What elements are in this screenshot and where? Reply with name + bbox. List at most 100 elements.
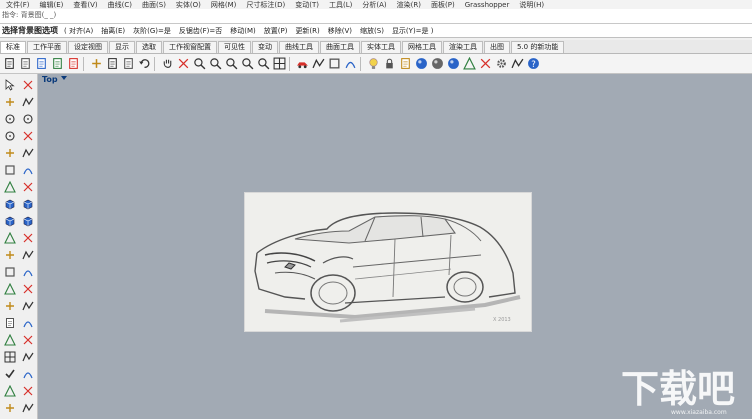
toolbar-tab[interactable]: 实体工具 <box>361 41 401 53</box>
help-icon[interactable]: ? <box>527 57 540 70</box>
text-icon[interactable] <box>1 314 18 331</box>
join-icon[interactable] <box>1 263 18 280</box>
menu-item[interactable]: 编辑(E) <box>40 0 64 9</box>
menu-item[interactable]: 尺寸标注(D) <box>246 0 285 9</box>
menu-item[interactable]: 曲面(S) <box>142 0 166 9</box>
pan-hand-icon[interactable] <box>161 57 174 70</box>
grid-dots-icon[interactable] <box>1 348 18 365</box>
fillet-curve-icon[interactable] <box>19 144 36 161</box>
edit-points-icon[interactable] <box>1 399 18 416</box>
set-view-icon[interactable] <box>344 57 357 70</box>
check-icon[interactable] <box>1 365 18 382</box>
swap-view-icon[interactable] <box>312 57 325 70</box>
command-option[interactable]: 移除(V) <box>328 27 352 35</box>
extrude-icon[interactable] <box>1 178 18 195</box>
box-solid-icon[interactable] <box>1 195 18 212</box>
mirror-icon[interactable] <box>1 246 18 263</box>
render-sphere-icon[interactable] <box>415 57 428 70</box>
toolbar-tab[interactable]: 工作平面 <box>27 41 67 53</box>
select-arrow-icon[interactable] <box>1 76 18 93</box>
analyze-icon[interactable] <box>19 331 36 348</box>
menu-item[interactable]: 渲染(R) <box>397 0 421 9</box>
new-file-icon[interactable] <box>3 57 16 70</box>
render-icon[interactable] <box>463 57 476 70</box>
toolbar-tab[interactable]: 显示 <box>109 41 135 53</box>
shaded-sphere-icon[interactable] <box>431 57 444 70</box>
toolbar-tab[interactable]: 选取 <box>136 41 162 53</box>
select-points-icon[interactable] <box>19 76 36 93</box>
boolean-icon[interactable] <box>1 212 18 229</box>
zoom-selected-icon[interactable] <box>241 57 254 70</box>
solid-tool-icon[interactable] <box>19 195 36 212</box>
viewport-title[interactable]: Top <box>42 75 58 84</box>
viewport-menu-arrow-icon[interactable] <box>61 76 67 80</box>
circle-icon[interactable] <box>1 110 18 127</box>
save-icon[interactable] <box>35 57 48 70</box>
zoom-extents-icon[interactable] <box>209 57 222 70</box>
menu-item[interactable]: 说明(H) <box>519 0 544 9</box>
rebuild-icon[interactable] <box>1 297 18 314</box>
menu-item[interactable]: 文件(F) <box>6 0 30 9</box>
move-icon[interactable] <box>19 229 36 246</box>
toolbar-tab[interactable]: 标准 <box>0 41 26 53</box>
light-bulb-icon[interactable] <box>367 57 380 70</box>
menu-item[interactable]: 工具(L) <box>329 0 352 9</box>
layer-icon[interactable] <box>399 57 412 70</box>
toolbar-tab[interactable]: 设定视图 <box>68 41 108 53</box>
print-icon[interactable] <box>51 57 64 70</box>
environment-icon[interactable] <box>479 57 492 70</box>
more-icon[interactable] <box>19 399 36 416</box>
offset-curve-icon[interactable] <box>19 161 36 178</box>
rotate-view-icon[interactable] <box>177 57 190 70</box>
surface-icon[interactable] <box>19 178 36 195</box>
points-icon[interactable] <box>19 348 36 365</box>
cplane-icon[interactable] <box>328 57 341 70</box>
arc-icon[interactable] <box>1 127 18 144</box>
zoom-dynamic-icon[interactable] <box>257 57 270 70</box>
cap-icon[interactable] <box>19 212 36 229</box>
mesh-icon[interactable] <box>1 331 18 348</box>
menu-item[interactable]: Grasshopper <box>465 1 510 9</box>
viewport-top[interactable]: Top X 2013 下载吧 www.xiazaiba.com <box>38 74 752 419</box>
toolbar-tab[interactable]: 变动 <box>252 41 278 53</box>
command-option[interactable]: 更新(R) <box>295 27 319 35</box>
four-view-icon[interactable] <box>273 57 286 70</box>
command-option[interactable]: ( 对齐(A) <box>64 27 93 35</box>
menu-item[interactable]: 曲线(C) <box>108 0 132 9</box>
group-icon[interactable] <box>1 382 18 399</box>
settings-gear-icon[interactable] <box>495 57 508 70</box>
menu-item[interactable]: 分析(A) <box>362 0 386 9</box>
toolbar-tab[interactable]: 曲面工具 <box>320 41 360 53</box>
cut-icon[interactable] <box>90 57 103 70</box>
copy-icon[interactable] <box>106 57 119 70</box>
hatch-icon[interactable] <box>19 314 36 331</box>
command-option[interactable]: 显示(Y)=是 ) <box>392 27 434 35</box>
polyline-icon[interactable] <box>1 93 18 110</box>
command-option[interactable]: 放置(P) <box>264 27 288 35</box>
curve-tool-icon[interactable] <box>1 161 18 178</box>
toolbar-tab[interactable]: 出图 <box>484 41 510 53</box>
command-option[interactable]: 反锯齿(F)=否 <box>179 27 222 35</box>
toolbar-tab[interactable]: 可见性 <box>218 41 251 53</box>
trim-icon[interactable] <box>1 280 18 297</box>
toolbar-tab[interactable]: 渲染工具 <box>443 41 483 53</box>
car-icon[interactable] <box>296 57 309 70</box>
paste-icon[interactable] <box>122 57 135 70</box>
rectangle-icon[interactable] <box>19 127 36 144</box>
material-sphere-icon[interactable] <box>447 57 460 70</box>
toolbar-tab[interactable]: 曲线工具 <box>279 41 319 53</box>
toolbar-tab[interactable]: 网格工具 <box>402 41 442 53</box>
split-icon[interactable] <box>19 280 36 297</box>
background-image-car-sketch[interactable]: X 2013 <box>245 193 531 331</box>
ellipse-icon[interactable] <box>19 110 36 127</box>
command-prompt[interactable]: 选择背景图选项 ( 对齐(A) 抽离(E) 灰阶(G)=是 反锯齿(F)=否 移动(M)… <box>0 24 752 38</box>
command-option[interactable]: 缩放(S) <box>360 27 384 35</box>
transform-icon[interactable] <box>1 229 18 246</box>
open-file-icon[interactable] <box>19 57 32 70</box>
menu-item[interactable]: 网格(M) <box>211 0 237 9</box>
command-option[interactable]: 抽离(E) <box>101 27 125 35</box>
menu-item[interactable]: 面板(P) <box>431 0 455 9</box>
zoom-icon[interactable] <box>193 57 206 70</box>
dimension-icon[interactable] <box>19 297 36 314</box>
menu-item[interactable]: 变动(T) <box>295 0 319 9</box>
